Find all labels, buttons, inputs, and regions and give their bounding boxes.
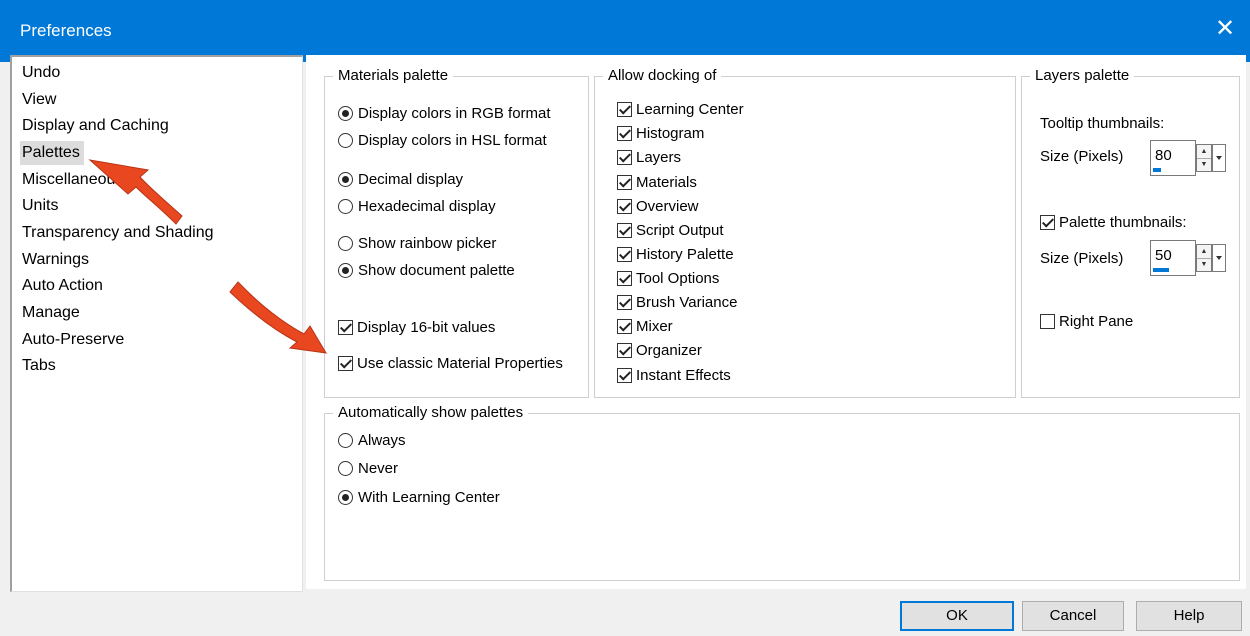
- annotation-arrows: [88, 159, 327, 354]
- arrow-to-classic-properties: [229, 281, 327, 354]
- arrow-to-palettes: [88, 159, 183, 225]
